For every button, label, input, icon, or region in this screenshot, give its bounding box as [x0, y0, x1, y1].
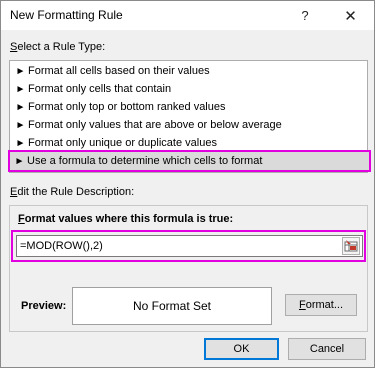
preview-text: No Format Set — [132, 299, 212, 313]
arrow-right-icon: ► — [15, 65, 26, 77]
arrow-right-icon: ► — [15, 101, 26, 113]
collapse-dialog-button[interactable] — [342, 237, 360, 255]
rule-type-item[interactable]: ► Format only top or bottom ranked value… — [11, 98, 366, 116]
rule-type-item-selected[interactable]: ► Use a formula to determine which cells… — [8, 150, 371, 172]
range-select-icon — [344, 240, 358, 252]
rule-type-item[interactable]: ► Format all cells based on their values — [11, 62, 366, 80]
formula-label-text: ormat values where this formula is true: — [24, 213, 234, 225]
formula-highlight: =MOD(ROW(),2) — [11, 230, 366, 262]
new-formatting-rule-dialog: New Formatting Rule ? ✕ Select a Rule Ty… — [0, 0, 375, 368]
format-button[interactable]: Format... — [285, 294, 357, 316]
formula-input[interactable]: =MOD(ROW(),2) — [16, 235, 363, 257]
arrow-right-icon: ► — [15, 119, 26, 131]
format-button-accesskey: F — [298, 299, 306, 311]
rule-type-item-label: Format only cells that contain — [28, 83, 172, 95]
rule-type-item-label: Format only top or bottom ranked values — [28, 101, 226, 113]
ok-button[interactable]: OK — [204, 338, 279, 360]
rule-type-item[interactable]: ► Format only cells that contain — [11, 80, 366, 98]
rule-type-list[interactable]: ► Format all cells based on their values… — [8, 60, 371, 173]
rule-type-item-label: Format only unique or duplicate values — [28, 137, 217, 149]
arrow-right-icon: ► — [15, 137, 26, 149]
close-button[interactable]: ✕ — [327, 1, 374, 30]
arrow-right-icon: ► — [14, 155, 25, 167]
rule-type-item-label: Format all cells based on their values — [28, 65, 210, 77]
rule-type-label-text: elect a Rule Type: — [17, 41, 106, 53]
preview-box: No Format Set — [72, 287, 272, 325]
dialog-title: New Formatting Rule — [10, 8, 123, 22]
formula-label-accesskey: F — [18, 213, 25, 225]
rule-type-item-label: Use a formula to determine which cells t… — [27, 155, 263, 167]
format-button-label: ormat... — [305, 299, 344, 311]
rule-description-label: Edit the Rule Description: — [10, 186, 134, 198]
rule-type-item-label: Format only values that are above or bel… — [28, 119, 282, 131]
ok-button-label: OK — [233, 343, 250, 355]
help-button[interactable]: ? — [283, 1, 327, 30]
rule-type-label: Select a Rule Type: — [10, 41, 105, 53]
rule-type-item[interactable]: ► Format only values that are above or b… — [11, 116, 366, 134]
arrow-right-icon: ► — [15, 83, 26, 95]
rule-description-label-text: dit the Rule Description: — [17, 186, 135, 198]
formula-value: =MOD(ROW(),2) — [20, 240, 103, 252]
cancel-button[interactable]: Cancel — [288, 338, 366, 360]
close-icon: ✕ — [344, 7, 357, 25]
preview-label: Preview: — [21, 300, 67, 312]
cancel-button-label: Cancel — [309, 343, 345, 355]
help-icon: ? — [301, 8, 309, 23]
title-bar: New Formatting Rule ? ✕ — [1, 1, 374, 30]
formula-label: Format values where this formula is true… — [18, 213, 233, 225]
